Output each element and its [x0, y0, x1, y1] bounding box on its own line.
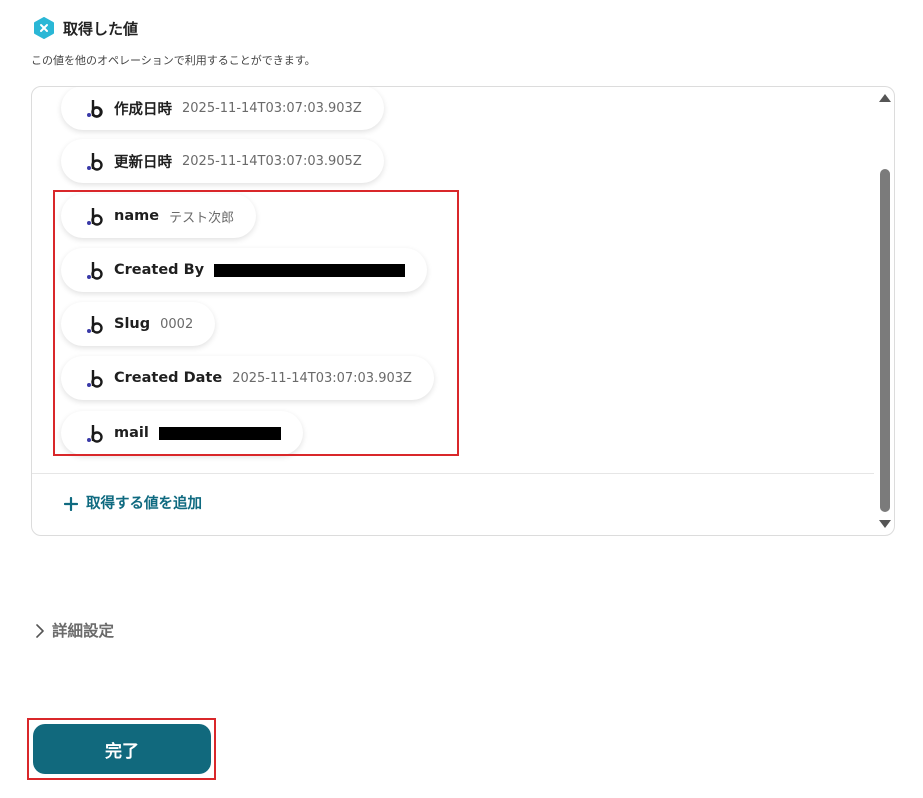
field-value: 2025-11-14T03:07:03.905Z: [182, 153, 362, 169]
b-logo-icon: [86, 313, 104, 335]
hexagon-x-icon: [33, 17, 55, 39]
advanced-settings-label: 詳細設定: [52, 622, 115, 640]
scroll-thumb[interactable]: [880, 169, 890, 512]
values-panel: 作成日時 2025-11-14T03:07:03.903Z 更新日時 2025-…: [31, 86, 895, 536]
plus-icon: [63, 496, 79, 511]
add-value-button[interactable]: 取得する値を追加: [63, 492, 202, 513]
b-logo-icon: [86, 367, 104, 389]
field-value: テスト次郎: [169, 210, 235, 226]
b-logo-icon: [86, 259, 104, 281]
b-logo-icon: [86, 150, 104, 172]
field-value: 0002: [160, 316, 194, 332]
field-label: 作成日時: [114, 101, 172, 118]
field-label: mail: [114, 425, 149, 441]
b-logo-icon: [86, 97, 104, 119]
section-title: 取得した値: [63, 19, 139, 38]
done-highlight-box: 完了: [27, 718, 216, 780]
add-value-label: 取得する値を追加: [86, 496, 202, 512]
field-value: 2025-11-14T03:07:03.903Z: [232, 370, 412, 386]
chevron-right-icon: [34, 623, 46, 638]
field-label: Slug: [114, 316, 151, 332]
field-value: 2025-11-14T03:07:03.903Z: [182, 100, 362, 116]
advanced-settings-toggle[interactable]: 詳細設定: [34, 619, 114, 641]
field-label: Created Date: [114, 370, 223, 386]
redacted-value: [214, 263, 406, 277]
b-logo-icon: [86, 422, 104, 444]
scroll-down-arrow-icon[interactable]: [879, 519, 891, 529]
field-pill[interactable]: name テスト次郎: [61, 194, 257, 238]
field-label: 更新日時: [114, 154, 172, 171]
field-pill[interactable]: Slug 0002: [61, 302, 216, 346]
scrollbar[interactable]: [876, 87, 894, 535]
field-pill[interactable]: Created Date 2025-11-14T03:07:03.903Z: [61, 356, 434, 400]
b-logo-icon: [86, 205, 104, 227]
field-label: name: [114, 208, 160, 224]
field-pill[interactable]: 作成日時 2025-11-14T03:07:03.903Z: [61, 87, 384, 130]
page: 取得した値 この値を他のオペレーションで利用することができます。 作成日時 20…: [0, 0, 923, 798]
section-description: この値を他のオペレーションで利用することができます。: [31, 54, 316, 67]
done-button[interactable]: 完了: [33, 724, 211, 774]
field-pill[interactable]: 更新日時 2025-11-14T03:07:03.905Z: [61, 139, 384, 183]
section-header: 取得した値: [33, 17, 138, 39]
field-pill[interactable]: Created By: [61, 248, 428, 292]
field-label: Created By: [114, 262, 205, 278]
field-pill[interactable]: mail: [61, 411, 303, 455]
redacted-value: [158, 426, 281, 440]
scroll-up-arrow-icon[interactable]: [879, 93, 891, 103]
divider: [32, 473, 874, 474]
